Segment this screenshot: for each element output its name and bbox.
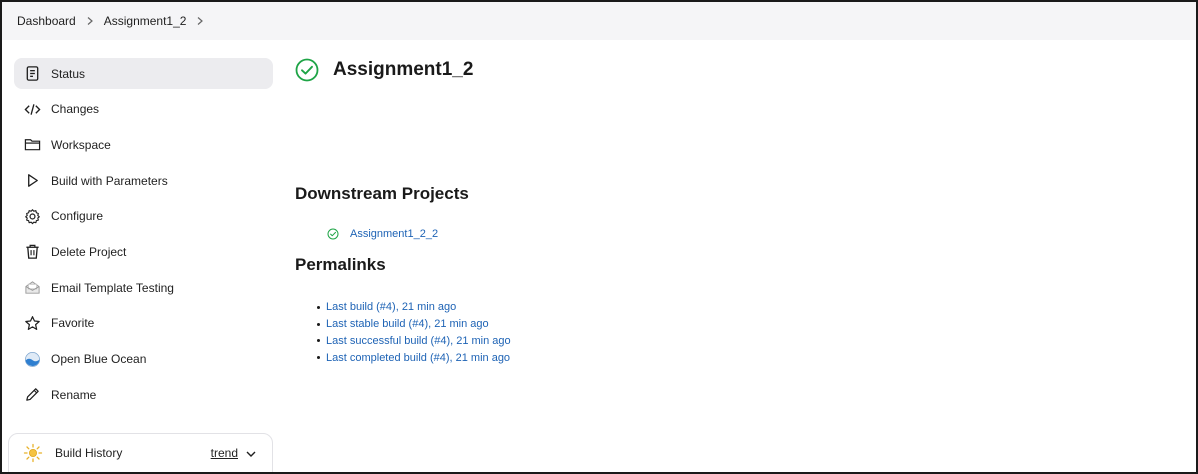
sidebar-item-status[interactable]: Status	[14, 58, 273, 89]
permalinks-heading: Permalinks	[295, 255, 386, 274]
downstream-project-item: Assignment1_2_2	[327, 228, 438, 240]
build-history-panel: Build History trend	[8, 433, 273, 472]
sidebar-item-label: Build with Parameters	[51, 173, 168, 188]
pencil-icon	[22, 385, 42, 405]
sidebar-item-configure[interactable]: Configure	[14, 201, 273, 232]
sidebar-item-label: Status	[51, 66, 86, 81]
sidebar-item-changes[interactable]: Changes	[14, 94, 273, 125]
sun-icon	[23, 443, 43, 463]
success-check-icon	[295, 58, 319, 82]
main-content: Assignment1_2	[295, 58, 473, 82]
bullet-dot	[317, 356, 320, 360]
permalinks-list: Last build (#4), 21 min ago Last stable …	[313, 299, 511, 366]
list-item: Last stable build (#4), 21 min ago	[313, 316, 511, 333]
gear-icon	[22, 206, 42, 226]
downstream-project-link[interactable]: Assignment1_2_2	[350, 228, 438, 240]
sidebar-item-rename[interactable]: Rename	[14, 379, 273, 410]
blue-ocean-icon	[22, 349, 42, 369]
breadcrumb-dashboard[interactable]: Dashboard	[15, 14, 78, 28]
sidebar-item-label: Favorite	[51, 316, 95, 331]
status-document-icon	[22, 64, 42, 84]
sidebar-item-workspace[interactable]: Workspace	[14, 129, 273, 160]
permalink-last-build[interactable]: Last build (#4), 21 min ago	[326, 301, 456, 313]
window-frame: Dashboard Assignment1_2 Status Changes W…	[0, 0, 1198, 474]
breadcrumb: Dashboard Assignment1_2	[2, 2, 1196, 40]
chevron-down-icon[interactable]	[244, 443, 258, 464]
list-item: Last build (#4), 21 min ago	[313, 299, 511, 316]
breadcrumb-project[interactable]: Assignment1_2	[102, 14, 189, 28]
sidebar-item-email-template-testing[interactable]: Email Template Testing	[14, 272, 273, 303]
chevron-right-icon[interactable]	[188, 13, 212, 29]
sidebar-item-label: Rename	[51, 387, 97, 402]
bullet-dot	[317, 305, 320, 309]
list-item: Last completed build (#4), 21 min ago	[313, 349, 511, 366]
sidebar-item-label: Changes	[51, 102, 100, 117]
sidebar-item-label: Open Blue Ocean	[51, 352, 147, 366]
bullet-dot	[317, 339, 320, 343]
trend-link[interactable]: trend	[211, 443, 238, 460]
page-title: Assignment1_2	[333, 59, 474, 80]
email-icon	[22, 278, 42, 298]
code-brackets-icon	[22, 99, 42, 119]
chevron-right-icon[interactable]	[78, 13, 102, 29]
sidebar-item-delete-project[interactable]: Delete Project	[14, 236, 273, 267]
folder-icon	[22, 135, 42, 155]
sidebar-item-open-blue-ocean[interactable]: Open Blue Ocean	[14, 344, 273, 375]
sidebar-item-build-with-parameters[interactable]: Build with Parameters	[14, 165, 273, 196]
sidebar-item-label: Email Template Testing	[51, 280, 174, 295]
downstream-projects-heading: Downstream Projects	[295, 184, 469, 203]
sidebar-item-label: Configure	[51, 209, 104, 224]
title-row: Assignment1_2	[295, 58, 473, 82]
permalink-last-successful-build[interactable]: Last successful build (#4), 21 min ago	[326, 335, 511, 347]
star-icon	[22, 313, 42, 333]
bullet-dot	[317, 322, 320, 326]
sidebar: Status Changes Workspace Build with Para…	[14, 58, 273, 415]
sidebar-item-label: Workspace	[51, 137, 111, 152]
sidebar-item-favorite[interactable]: Favorite	[14, 308, 273, 339]
permalink-last-stable-build[interactable]: Last stable build (#4), 21 min ago	[326, 318, 489, 330]
permalink-last-completed-build[interactable]: Last completed build (#4), 21 min ago	[326, 352, 510, 364]
sidebar-item-label: Delete Project	[51, 244, 127, 259]
list-item: Last successful build (#4), 21 min ago	[313, 333, 511, 350]
trash-icon	[22, 242, 42, 262]
build-history-label: Build History	[55, 446, 123, 460]
play-icon	[22, 171, 42, 191]
success-check-icon	[327, 228, 339, 240]
